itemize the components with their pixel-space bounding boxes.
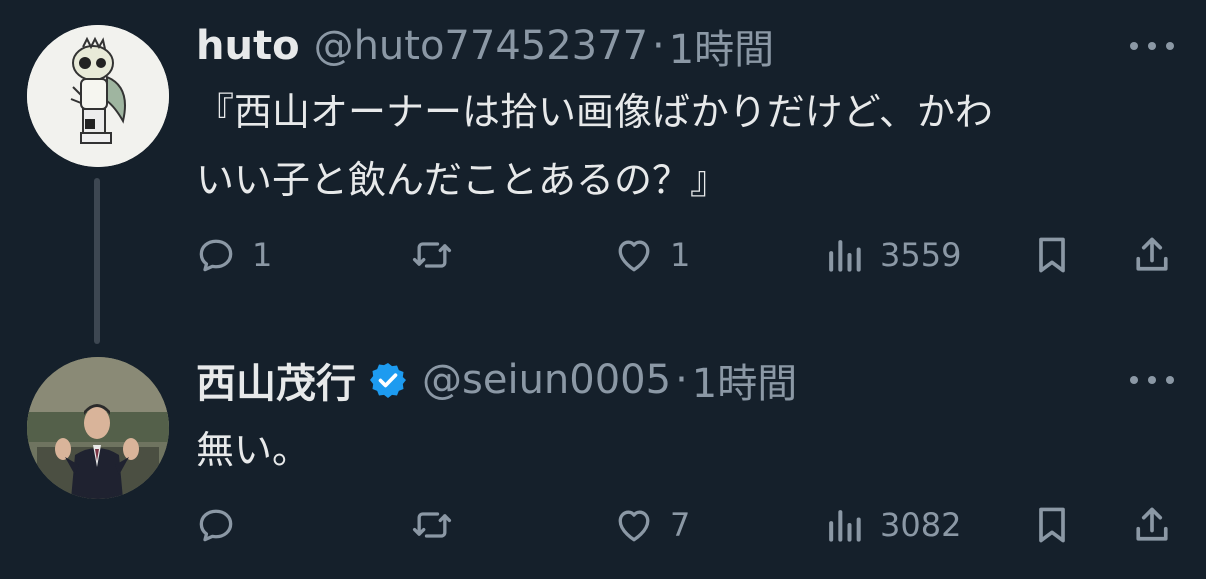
like-count: 1: [670, 236, 691, 274]
views-button[interactable]: 3082: [822, 500, 961, 550]
bookmark-button[interactable]: [1030, 230, 1074, 280]
user-handle[interactable]: @seiun0005: [422, 357, 671, 403]
reply-button[interactable]: [194, 500, 252, 550]
tweet-text-line: いい子と飲んだことあるの？』: [196, 158, 729, 202]
avatar-image: [27, 357, 169, 499]
view-count: 3082: [880, 506, 962, 544]
share-icon: [1136, 507, 1168, 541]
tweet-text-line: 『西山オーナーは拾い画像ばかりだけど、かわ: [196, 90, 993, 134]
display-name[interactable]: huto: [196, 23, 300, 69]
more-icon[interactable]: [1130, 36, 1174, 56]
bookmark-button[interactable]: [1030, 500, 1074, 550]
separator-dot: ·: [652, 23, 665, 69]
views-icon: [829, 510, 861, 542]
timestamp[interactable]: 1時間: [692, 351, 797, 409]
display-name[interactable]: 西山茂行: [196, 351, 356, 409]
tweet-text: 無い。: [196, 416, 1186, 484]
like-count: 7: [670, 506, 691, 544]
action-bar: 1 1 3559: [0, 230, 1206, 280]
reply-count: 1: [252, 236, 273, 274]
avatar-image: [27, 25, 169, 167]
retweet-button[interactable]: [410, 500, 468, 550]
share-button[interactable]: [1130, 500, 1174, 550]
reply-icon: [199, 239, 233, 272]
like-button[interactable]: 1: [612, 230, 690, 280]
tweet-header: 西山茂行 @seiun0005 · 1時間: [196, 352, 797, 408]
bookmark-icon: [1039, 507, 1065, 543]
reply-button[interactable]: 1: [194, 230, 272, 280]
separator-dot: ·: [675, 357, 688, 403]
tweet-text-line: 無い。: [196, 428, 311, 472]
more-icon[interactable]: [1130, 370, 1174, 390]
avatar[interactable]: [27, 357, 169, 499]
timestamp[interactable]: 1時間: [669, 17, 774, 75]
like-icon: [618, 240, 650, 272]
verified-badge-icon: [370, 363, 406, 398]
views-icon: [829, 240, 861, 272]
retweet-button[interactable]: [410, 230, 468, 280]
retweet-icon: [412, 242, 452, 268]
share-icon: [1136, 237, 1168, 271]
bookmark-icon: [1039, 237, 1065, 273]
retweet-icon: [412, 512, 452, 538]
reply-icon: [199, 509, 233, 542]
tweet[interactable]: huto @huto77452377 · 1時間 『西山オーナーは拾い画像ばかり…: [0, 0, 1206, 344]
action-bar: 7 3082: [0, 500, 1206, 550]
avatar[interactable]: [27, 25, 169, 167]
tweet-text: 『西山オーナーは拾い画像ばかりだけど、かわ いい子と飲んだことあるの？』: [196, 78, 1186, 214]
views-button[interactable]: 3559: [822, 230, 961, 280]
share-button[interactable]: [1130, 230, 1174, 280]
user-handle[interactable]: @huto77452377: [314, 23, 648, 69]
tweet-header: huto @huto77452377 · 1時間: [196, 18, 774, 74]
view-count: 3559: [880, 236, 962, 274]
like-icon: [618, 510, 650, 542]
tweet[interactable]: 西山茂行 @seiun0005 · 1時間 無い。 7 3082: [0, 340, 1206, 579]
like-button[interactable]: 7: [612, 500, 690, 550]
